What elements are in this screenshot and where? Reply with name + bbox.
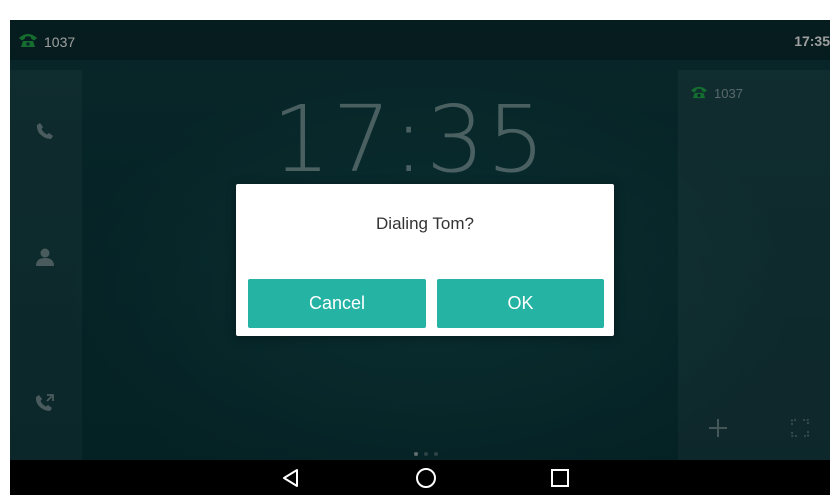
back-icon[interactable] bbox=[278, 465, 304, 491]
navigation-bar bbox=[10, 460, 830, 495]
cancel-button[interactable]: Cancel bbox=[248, 279, 426, 328]
recents-icon[interactable] bbox=[547, 465, 573, 491]
confirm-dial-dialog: Dialing Tom? Cancel OK bbox=[236, 184, 614, 336]
home-icon[interactable] bbox=[413, 465, 439, 491]
ok-button[interactable]: OK bbox=[437, 279, 604, 328]
phone-frame: 1037 17:35 17:35 1037 Dialing Tom? Cance… bbox=[0, 0, 830, 495]
dialog-message: Dialing Tom? bbox=[376, 214, 474, 233]
